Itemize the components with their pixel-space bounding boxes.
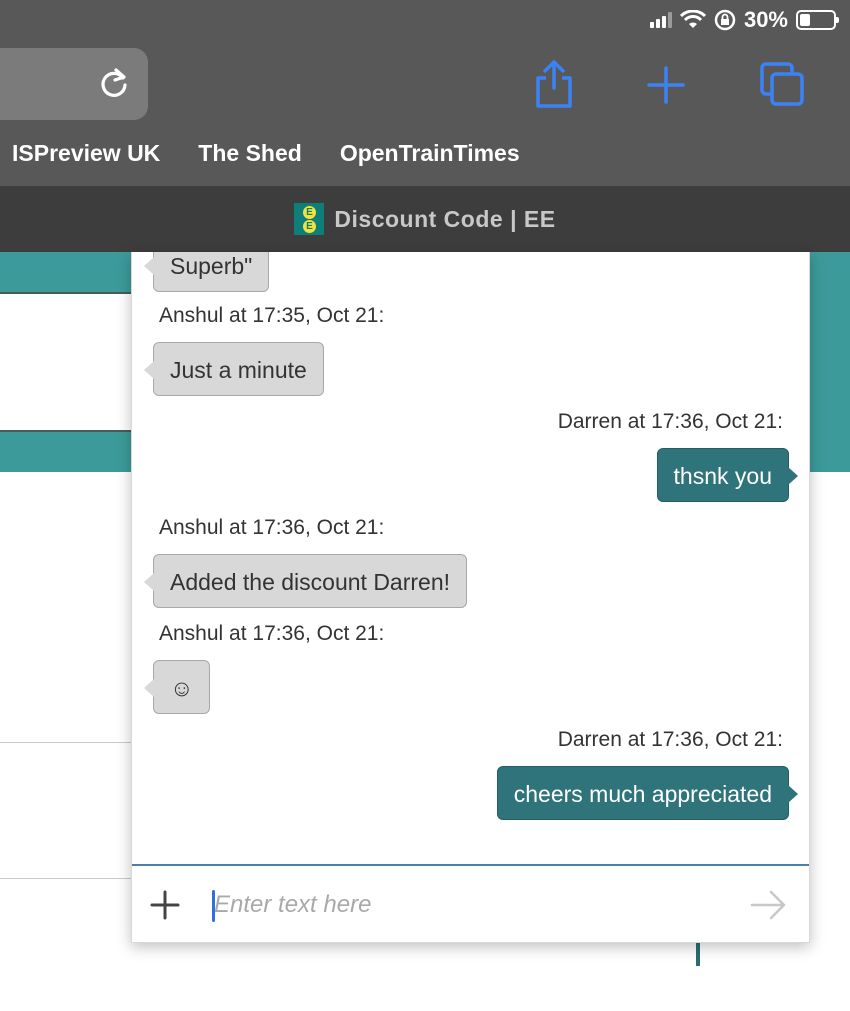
new-tab-icon[interactable]: [642, 58, 690, 110]
tab-bar[interactable]: E E Discount Code | EE: [0, 186, 850, 252]
message-meta: Anshul at 17:36, Oct 21:: [159, 622, 385, 645]
address-bar[interactable]: [0, 48, 148, 120]
share-icon[interactable]: [530, 58, 578, 110]
message-meta: Darren at 17:36, Oct 21:: [557, 410, 783, 433]
status-bar: 30%: [649, 6, 839, 34]
tabs-icon[interactable]: [758, 58, 806, 110]
reload-icon[interactable]: [96, 66, 132, 102]
orientation-lock-icon: [714, 9, 736, 31]
chat-bubble-agent: ☺: [143, 660, 211, 714]
battery-percentage: 30%: [743, 7, 788, 32]
message-input[interactable]: [214, 886, 734, 924]
chat-bubble-user: cheers much appreciated: [496, 766, 799, 820]
chat-bubble-agent: Superb": [143, 252, 270, 292]
page-teal-band-right: [808, 252, 850, 472]
browser-chrome: 30% ISPreview UK The Shed OpenTrainTimes: [0, 0, 850, 186]
battery-fill: [800, 14, 810, 26]
chat-messages[interactable]: Superb" Anshul at 17:35, Oct 21: Just a …: [132, 252, 809, 864]
wifi-icon: [679, 10, 706, 28]
ee-logo: E E: [294, 203, 325, 235]
chat-composer: [132, 864, 809, 942]
favorites-bar: ISPreview UK The Shed OpenTrainTimes: [12, 140, 520, 167]
page-divider: [0, 292, 132, 294]
attach-plus-icon[interactable]: [150, 890, 180, 920]
chat-bubble-agent: Just a minute: [144, 342, 324, 396]
signal-icon: [649, 12, 672, 28]
page-rule: [0, 742, 132, 743]
message-meta: Anshul at 17:36, Oct 21:: [159, 516, 385, 539]
page-rule-2: [0, 878, 132, 879]
message-meta: Darren at 17:36, Oct 21:: [557, 728, 783, 751]
favorite-ispreview[interactable]: ISPreview UK: [12, 140, 160, 167]
battery-icon: [796, 10, 839, 30]
send-arrow-icon[interactable]: [749, 888, 789, 922]
page-teal-band: [0, 252, 132, 292]
tab-title: Discount Code | EE: [334, 205, 556, 232]
chat-window: Superb" Anshul at 17:35, Oct 21: Just a …: [131, 252, 810, 943]
chat-bubble-user: thsnk you: [656, 448, 799, 502]
favorite-opentraintimes[interactable]: OpenTrainTimes: [340, 140, 520, 167]
page-teal-band-2: [0, 430, 132, 472]
message-meta: Anshul at 17:35, Oct 21:: [159, 304, 385, 327]
favorite-the-shed[interactable]: The Shed: [198, 140, 302, 167]
page-accent-mark: [696, 940, 700, 966]
chat-bubble-agent: Added the discount Darren!: [143, 554, 468, 608]
page-divider-2: [0, 430, 132, 432]
